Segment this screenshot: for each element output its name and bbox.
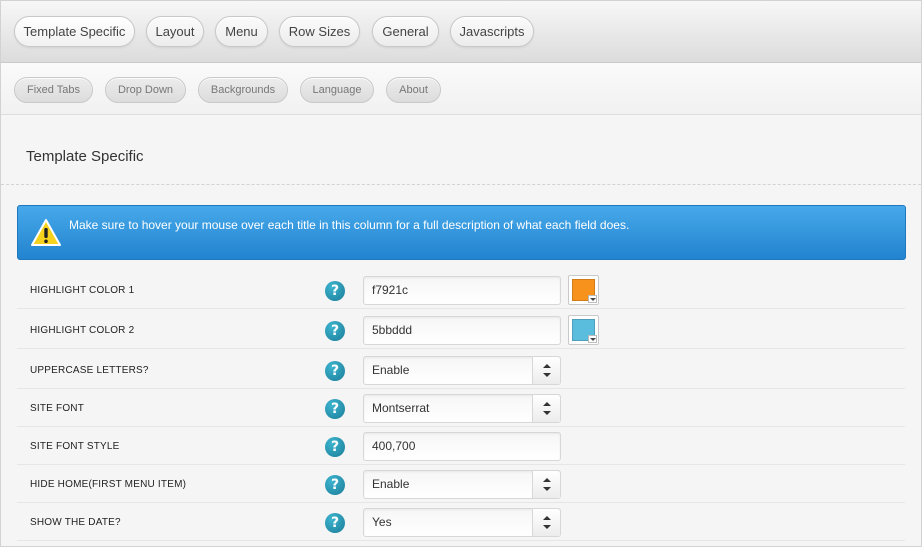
tab-row-sizes[interactable]: Row Sizes	[279, 16, 360, 47]
field-label: UPPERCASE LETTERS?	[30, 365, 149, 376]
help-icon[interactable]: ?	[325, 361, 345, 381]
tab-general[interactable]: General	[372, 16, 439, 47]
select-value: Montserrat	[372, 401, 430, 415]
highlight-color-2-input[interactable]: 5bbddd	[363, 316, 561, 345]
tab-drop-down[interactable]: Drop Down	[105, 77, 186, 103]
select-arrows-icon	[532, 471, 560, 498]
secondary-tab-bar: Fixed Tabs Drop Down Backgrounds Languag…	[1, 63, 921, 115]
color-picker-swatch[interactable]	[568, 315, 599, 345]
field-label: HIGHLIGHT COLOR 2	[30, 325, 135, 336]
uppercase-letters-select[interactable]: Enable	[363, 356, 561, 385]
primary-tab-bar: Template Specific Layout Menu Row Sizes …	[1, 1, 921, 63]
form-row: HIGHLIGHT COLOR 2 ? 5bbddd	[17, 311, 905, 349]
select-arrows-icon	[532, 357, 560, 384]
tab-about[interactable]: About	[386, 77, 441, 103]
field-label: SHOW THE DATE?	[30, 517, 121, 528]
form-row: SHOW THE DATE? ? Yes	[17, 505, 905, 541]
select-value: Enable	[372, 477, 410, 491]
section-title: Template Specific	[26, 148, 144, 165]
form-row: SITE FONT ? Montserrat	[17, 391, 905, 427]
info-banner: Make sure to hover your mouse over each …	[17, 205, 906, 260]
site-font-style-input[interactable]: 400,700	[363, 432, 561, 461]
form-row: SITE FONT STYLE ? 400,700	[17, 429, 905, 465]
highlight-color-1-input[interactable]: f7921c	[363, 276, 561, 305]
select-value: Enable	[372, 363, 410, 377]
field-label: SITE FONT STYLE	[30, 441, 120, 452]
tab-menu[interactable]: Menu	[215, 16, 268, 47]
tab-layout[interactable]: Layout	[146, 16, 204, 47]
section-divider	[1, 184, 921, 185]
options-panel: Template Specific Layout Menu Row Sizes …	[0, 0, 922, 547]
form-row: HIDE HOME(FIRST MENU ITEM) ? Enable	[17, 467, 905, 503]
banner-message: Make sure to hover your mouse over each …	[69, 218, 630, 232]
field-label: HIDE HOME(FIRST MENU ITEM)	[30, 479, 187, 490]
field-label: SITE FONT	[30, 403, 85, 414]
site-font-select[interactable]: Montserrat	[363, 394, 561, 423]
show-date-select[interactable]: Yes	[363, 508, 561, 537]
select-arrows-icon	[532, 395, 560, 422]
help-icon[interactable]: ?	[325, 281, 345, 301]
warning-icon	[30, 218, 62, 248]
help-icon[interactable]: ?	[325, 513, 345, 533]
help-icon[interactable]: ?	[325, 399, 345, 419]
help-icon[interactable]: ?	[325, 437, 345, 457]
tab-language[interactable]: Language	[300, 77, 374, 103]
dropdown-corner-icon	[588, 295, 597, 303]
help-icon[interactable]: ?	[325, 321, 345, 341]
form-row: HIGHLIGHT COLOR 1 ? f7921c	[17, 271, 905, 309]
form-row: UPPERCASE LETTERS? ? Enable	[17, 351, 905, 389]
tab-javascripts[interactable]: Javascripts	[450, 16, 534, 47]
hide-home-select[interactable]: Enable	[363, 470, 561, 499]
help-icon[interactable]: ?	[325, 475, 345, 495]
select-value: Yes	[372, 515, 392, 529]
tab-template-specific[interactable]: Template Specific	[14, 16, 135, 47]
dropdown-corner-icon	[588, 335, 597, 343]
tab-backgrounds[interactable]: Backgrounds	[198, 77, 288, 103]
field-label: HIGHLIGHT COLOR 1	[30, 285, 135, 296]
select-arrows-icon	[532, 509, 560, 536]
tab-fixed-tabs[interactable]: Fixed Tabs	[14, 77, 93, 103]
color-picker-swatch[interactable]	[568, 275, 599, 305]
